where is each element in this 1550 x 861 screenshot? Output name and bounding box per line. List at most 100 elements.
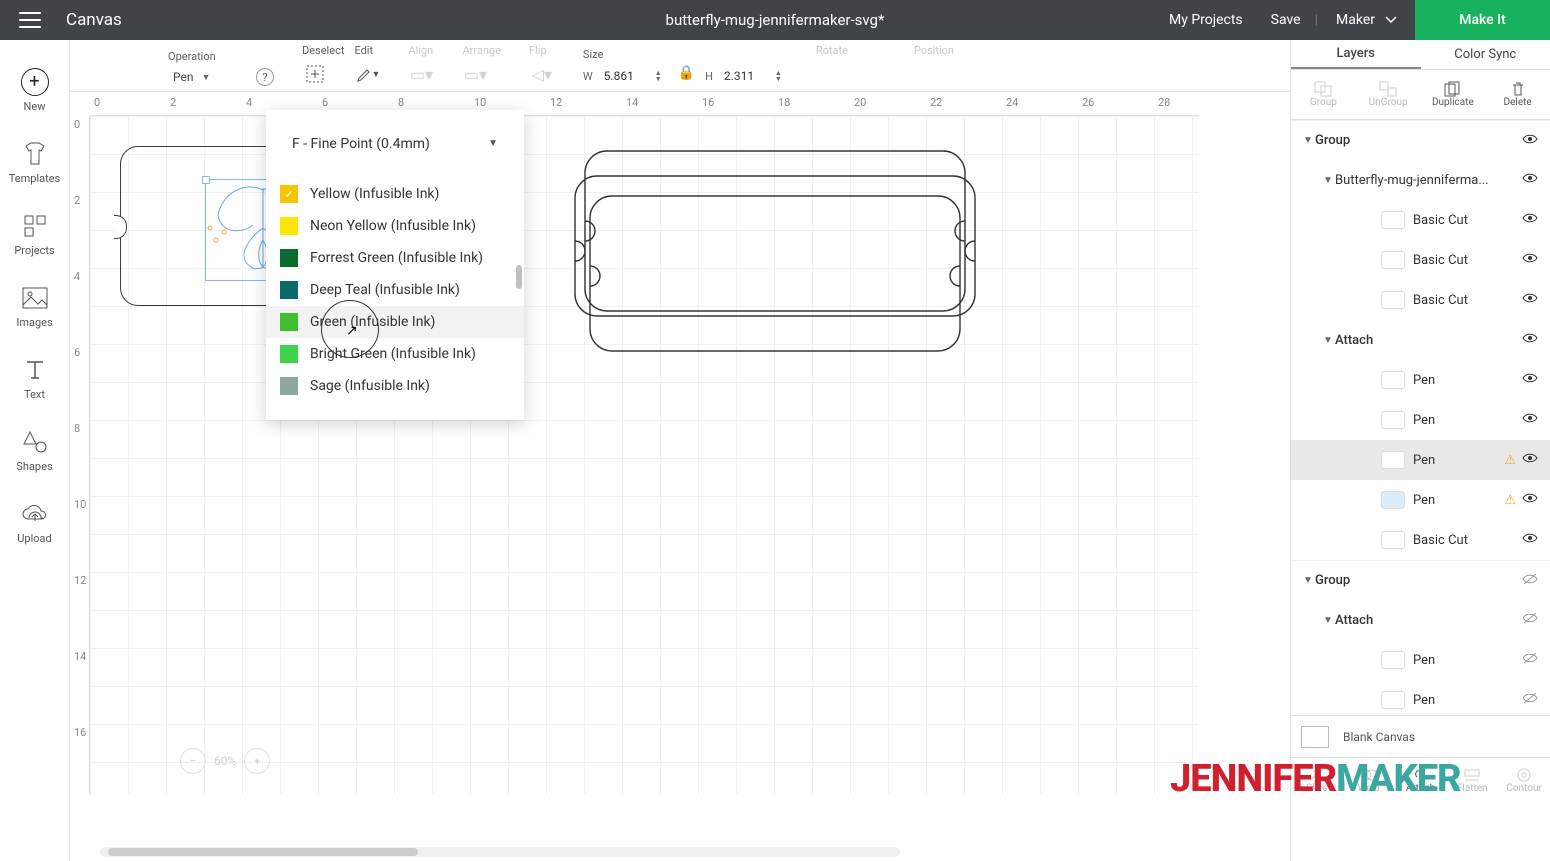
canvas-h-scrollbar[interactable] [100, 847, 900, 857]
my-projects-link[interactable]: My Projects [1155, 12, 1257, 28]
eye-icon[interactable] [1522, 133, 1538, 149]
grid[interactable] [90, 116, 1199, 794]
operation-dropdown[interactable]: Pen▼ [168, 67, 246, 87]
attach-action[interactable]: Attach [1395, 758, 1447, 803]
layer-group-header[interactable]: ▼Attach [1291, 320, 1550, 360]
pen-color-option[interactable]: Neon Yellow (Infusible Ink) [266, 210, 524, 242]
layer-item[interactable]: Basic Cut [1291, 520, 1550, 560]
layer-item[interactable]: Pen [1291, 640, 1550, 680]
layer-group-header[interactable]: ▼Group [1291, 120, 1550, 160]
chevron-down-icon[interactable]: ▼ [1321, 175, 1335, 186]
ruler-tick: 10 [74, 498, 86, 511]
width-input[interactable] [599, 68, 649, 84]
ruler-tick: 0 [74, 118, 80, 131]
ticket-shapes-large[interactable] [570, 146, 980, 356]
eye-off-icon[interactable] [1522, 652, 1538, 668]
layer-label: Pen [1413, 493, 1435, 508]
ruler-tick: 0 [94, 96, 100, 109]
upload-button[interactable]: Upload [0, 486, 70, 558]
tab-color-sync[interactable]: Color Sync [1421, 40, 1550, 69]
new-button[interactable]: + New [0, 54, 70, 126]
deselect-button[interactable] [302, 61, 328, 87]
eye-icon[interactable] [1522, 372, 1538, 388]
zoom-in-button[interactable]: + [244, 748, 270, 774]
layer-swatch [1381, 651, 1405, 669]
layer-swatch [1381, 451, 1405, 469]
layer-label: Butterfly-mug-jenniferma... [1335, 173, 1489, 188]
eye-icon[interactable] [1522, 492, 1538, 508]
images-button[interactable]: Images [0, 270, 70, 342]
image-icon [21, 284, 49, 312]
layer-swatch [1381, 531, 1405, 549]
menu-button[interactable] [0, 0, 60, 40]
aspect-lock-icon[interactable]: 🔒 [678, 65, 695, 81]
layer-item[interactable]: ▼Butterfly-mug-jenniferma... [1291, 160, 1550, 200]
layer-item[interactable]: Pen [1291, 400, 1550, 440]
weld-action: Weld [1343, 758, 1395, 803]
pen-color-list[interactable]: ✓Yellow (Infusible Ink)Neon Yellow (Infu… [266, 178, 524, 414]
chevron-down-icon[interactable]: ▼ [1301, 575, 1315, 586]
eye-icon[interactable] [1522, 252, 1538, 268]
layer-item[interactable]: Pen [1291, 360, 1550, 400]
eye-icon[interactable] [1522, 452, 1538, 468]
height-input[interactable] [719, 68, 769, 84]
color-name: Sage (Infusible Ink) [310, 378, 430, 394]
scrollbar-thumb[interactable] [108, 848, 418, 856]
machine-selector[interactable]: Maker [1318, 12, 1415, 28]
layer-item[interactable]: Basic Cut [1291, 280, 1550, 320]
pen-color-option[interactable]: Green (Infusible Ink) [266, 306, 524, 338]
delete-action[interactable]: Delete [1485, 70, 1550, 119]
height-stepper[interactable]: ▲▼ [775, 70, 782, 82]
eye-icon[interactable] [1522, 292, 1538, 308]
layer-label: Pen [1413, 653, 1435, 668]
projects-button[interactable]: Projects [0, 198, 70, 270]
eye-off-icon[interactable] [1522, 573, 1538, 589]
eye-icon[interactable] [1522, 172, 1538, 188]
contour-icon [1516, 768, 1532, 782]
eye-icon[interactable] [1522, 532, 1538, 548]
ruler-tick: 16 [74, 726, 86, 739]
shapes-button[interactable]: Shapes [0, 414, 70, 486]
layer-item[interactable]: Pen⚠ [1291, 480, 1550, 520]
pen-color-option[interactable]: Sage (Infusible Ink) [266, 370, 524, 402]
zoom-value: 60% [214, 754, 236, 768]
ruler-tick: 20 [854, 96, 866, 109]
chevron-down-icon[interactable]: ▼ [1321, 615, 1335, 626]
operation-help-button[interactable]: ? [256, 68, 274, 86]
chevron-down-icon[interactable]: ▼ [1321, 335, 1335, 346]
left-tool-rail: + New Templates Projects Images Text Sha… [0, 40, 70, 861]
popup-scrollbar-thumb[interactable] [516, 265, 522, 289]
layer-item[interactable]: Pen [1291, 680, 1550, 720]
position-inputs [914, 61, 1034, 87]
layer-item[interactable]: Basic Cut [1291, 200, 1550, 240]
pen-color-option[interactable]: Forrest Green (Infusible Ink) [266, 242, 524, 274]
width-stepper[interactable]: ▲▼ [655, 70, 662, 82]
eye-off-icon[interactable] [1522, 692, 1538, 708]
eye-icon[interactable] [1522, 332, 1538, 348]
eye-off-icon[interactable] [1522, 612, 1538, 628]
edit-label: Edit [354, 44, 380, 57]
eye-icon[interactable] [1522, 412, 1538, 428]
pen-type-dropdown[interactable]: F - Fine Point (0.4mm) ▼ [280, 126, 510, 162]
layer-group-header[interactable]: ▼Attach [1291, 600, 1550, 640]
layer-group-header[interactable]: ▼Group [1291, 560, 1550, 600]
blank-canvas-row[interactable]: Blank Canvas [1291, 715, 1550, 757]
duplicate-action[interactable]: Duplicate [1421, 70, 1486, 119]
layer-item[interactable]: Basic Cut [1291, 240, 1550, 280]
chevron-down-icon[interactable]: ▼ [1301, 135, 1315, 146]
contour-action: Contour [1498, 758, 1550, 803]
pen-color-option[interactable]: Deep Teal (Infusible Ink) [266, 274, 524, 306]
text-button[interactable]: Text [0, 342, 70, 414]
tab-layers[interactable]: Layers [1291, 40, 1421, 69]
pen-color-option[interactable]: Bright Green (Infusible Ink) [266, 338, 524, 370]
layer-item[interactable]: Pen⚠ [1291, 440, 1550, 480]
canvas[interactable]: 0246810121416182022242628 0246810121416 … [70, 92, 1199, 794]
templates-button[interactable]: Templates [0, 126, 70, 198]
edit-menu-button[interactable]: ▼ [354, 61, 380, 87]
make-it-button[interactable]: Make It [1415, 0, 1550, 40]
pen-color-option[interactable]: ✓Yellow (Infusible Ink) [266, 178, 524, 210]
save-button[interactable]: Save [1257, 12, 1315, 28]
machine-name: Maker [1336, 12, 1375, 28]
zoom-out-button[interactable]: − [180, 748, 206, 774]
eye-icon[interactable] [1522, 212, 1538, 228]
